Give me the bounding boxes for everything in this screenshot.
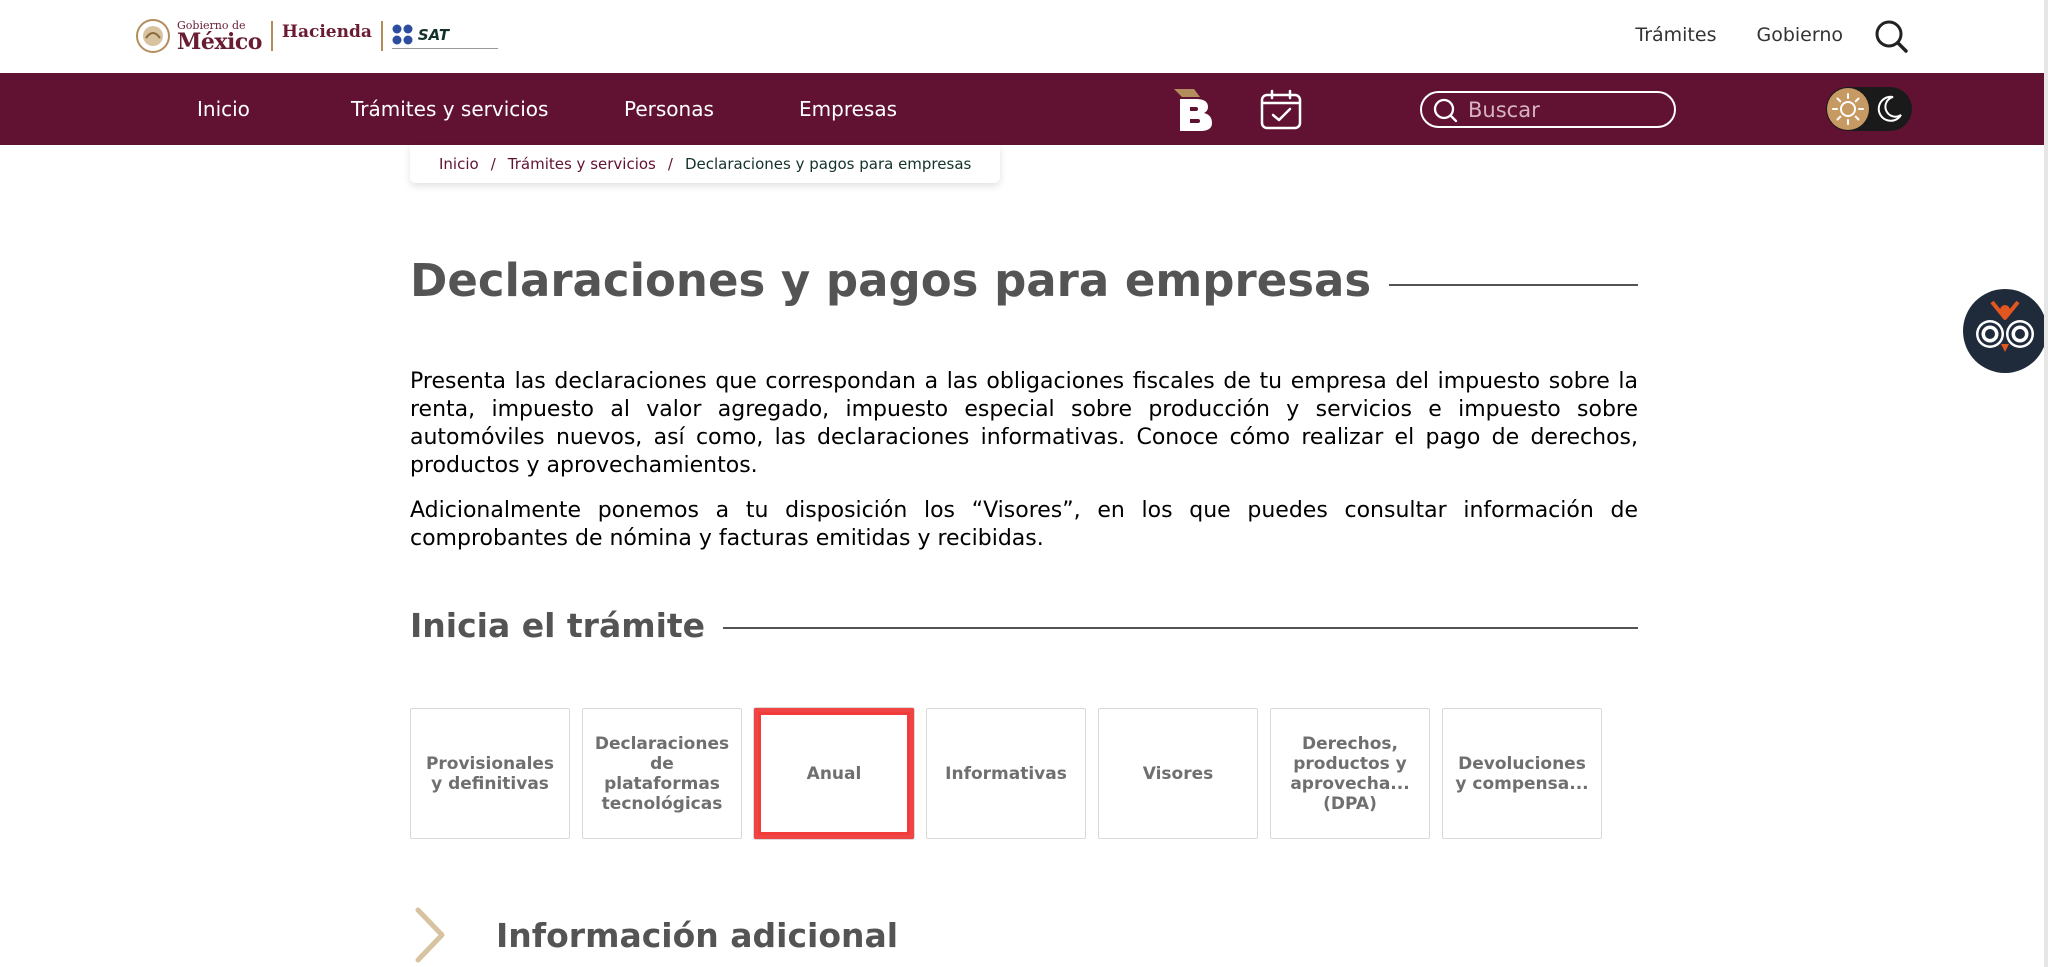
top-link-gobierno[interactable]: Gobierno [1756,24,1843,46]
card-dpa[interactable]: Derechos, productos y aprovecha... (DPA) [1270,708,1430,839]
search-icon [1433,98,1458,122]
info-adicional-title: Información adicional [496,915,899,955]
gobierno-logo[interactable]: Gobierno de México Hacienda SAT [135,16,498,56]
owl-assistant-icon[interactable] [1962,288,2048,374]
breadcrumb-item-inicio[interactable]: Inicio [439,155,479,173]
top-links: Trámites Gobierno [1635,24,1843,46]
section-title-row: Inicia el trámite [410,606,1638,645]
nav-item-empresas[interactable]: Empresas [799,97,897,121]
top-header: Gobierno de México Hacienda SAT Trámites [0,0,2048,73]
hacienda-text: Hacienda [281,22,372,42]
sun-icon[interactable] [1827,88,1869,130]
title-divider [1389,283,1638,286]
sat-text: SAT [417,25,450,44]
intro-paragraph-1: Presenta las declaraciones que correspon… [410,369,1638,478]
nav-item-tramites[interactable]: Trámites y servicios [351,97,548,121]
tramite-cards: Provisionales y definitivas Declaracione… [410,708,1602,839]
nav-item-inicio[interactable]: Inicio [197,97,250,121]
gobierno-big-text: México [177,28,262,55]
card-informativas[interactable]: Informativas [926,708,1086,839]
card-anual[interactable]: Anual [754,708,914,839]
card-provisionales[interactable]: Provisionales y definitivas [410,708,570,839]
moon-icon[interactable] [1873,93,1905,125]
escudo-icon [136,19,170,53]
section-title: Inicia el trámite [410,606,706,645]
breadcrumb-separator: / [667,155,673,173]
info-adicional-row[interactable]: Información adicional [410,905,898,965]
card-visores[interactable]: Visores [1098,708,1258,839]
top-link-tramites[interactable]: Trámites [1635,24,1716,46]
sat-dots-icon [392,24,413,44]
hacienda-subtext [282,44,372,48]
logo-divider [380,21,383,51]
calendar-check-icon[interactable] [1259,88,1303,132]
page-title: Declaraciones y pagos para empresas [410,254,1372,307]
b-logo-icon[interactable] [1172,87,1216,133]
scrollbar[interactable] [2044,0,2048,967]
search-input[interactable] [1468,97,1668,122]
main-nav: Inicio Trámites y servicios Personas Emp… [0,73,2048,145]
nav-item-personas[interactable]: Personas [624,97,714,121]
nav-search-box[interactable] [1420,91,1676,128]
intro-paragraph-2: Adicionalmente ponemos a tu disposición … [410,498,1638,551]
chevron-right-icon[interactable] [410,906,450,964]
breadcrumb: Inicio / Trámites y servicios / Declarac… [410,145,1001,183]
page-title-row: Declaraciones y pagos para empresas [410,254,1638,307]
breadcrumb-current: Declaraciones y pagos para empresas [684,155,972,173]
logo-divider [270,21,273,51]
breadcrumb-separator: / [490,155,496,173]
theme-toggle[interactable] [1826,87,1912,131]
section-divider [723,626,1638,629]
card-devoluciones[interactable]: Devoluciones y compensa... [1442,708,1602,839]
breadcrumb-item-tramites[interactable]: Trámites y servicios [508,155,656,173]
search-icon[interactable] [1873,18,1909,54]
card-plataformas[interactable]: Declaraciones de plataformas tecnológica… [582,708,742,839]
